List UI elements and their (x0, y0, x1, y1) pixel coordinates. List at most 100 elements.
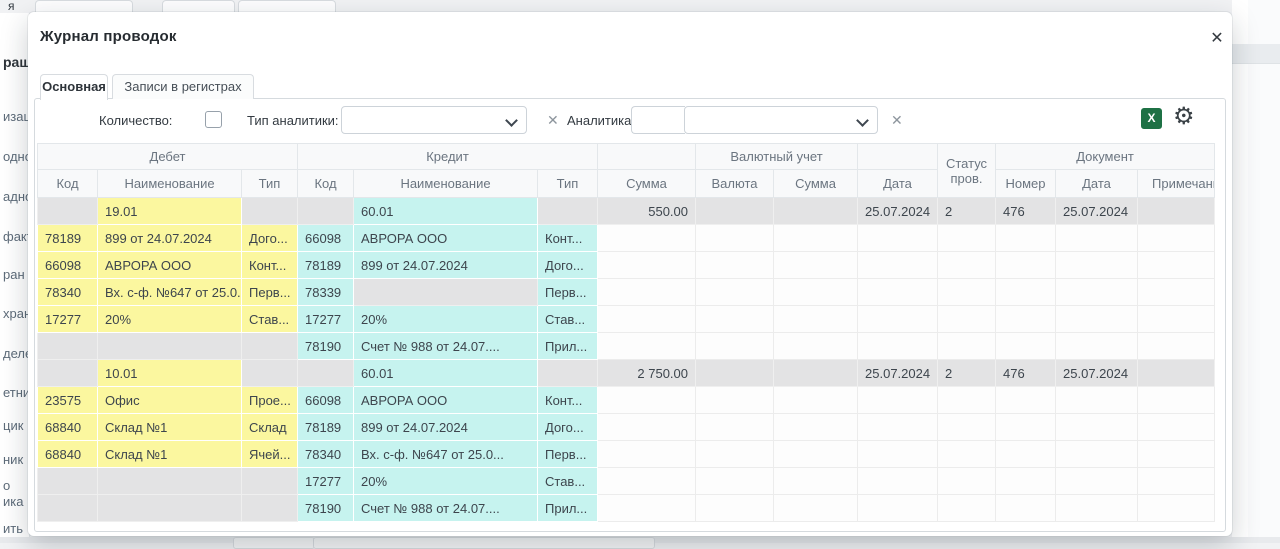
analytics-code-input[interactable] (631, 106, 685, 134)
table-cell[interactable]: 899 от 24.07.2024 (98, 225, 242, 252)
table-cell[interactable] (1056, 279, 1138, 306)
table-cell[interactable] (858, 306, 938, 333)
table-cell[interactable]: 78339 (298, 279, 354, 306)
table-cell[interactable] (938, 279, 996, 306)
table-cell[interactable] (696, 225, 774, 252)
table-cell[interactable] (1056, 495, 1138, 522)
table-cell[interactable] (774, 225, 858, 252)
table-cell[interactable] (598, 306, 696, 333)
table-cell[interactable] (774, 198, 858, 225)
table-cell[interactable] (598, 441, 696, 468)
table-cell[interactable] (1056, 414, 1138, 441)
table-cell[interactable] (242, 468, 298, 495)
table-cell[interactable]: Склад (242, 414, 298, 441)
table-cell[interactable] (996, 279, 1056, 306)
table-cell[interactable] (598, 252, 696, 279)
table-cell[interactable]: Вх. с-ф. №647 от 25.0... (98, 279, 242, 306)
table-cell[interactable] (996, 414, 1056, 441)
table-cell[interactable]: 66098 (298, 387, 354, 414)
table-cell[interactable] (938, 306, 996, 333)
table-cell[interactable] (938, 414, 996, 441)
table-cell[interactable]: 78340 (38, 279, 98, 306)
table-cell[interactable] (598, 225, 696, 252)
table-cell[interactable] (242, 495, 298, 522)
analytics-type-select[interactable] (341, 106, 527, 134)
table-cell[interactable] (774, 414, 858, 441)
table-cell[interactable]: 25.07.2024 (1056, 198, 1138, 225)
table-cell[interactable]: 476 (996, 360, 1056, 387)
table-cell[interactable]: Став... (538, 306, 598, 333)
clear-analytics-type-icon[interactable]: ✕ (547, 112, 559, 128)
table-cell[interactable]: 78190 (298, 495, 354, 522)
table-cell[interactable]: 20% (354, 306, 538, 333)
table-cell[interactable]: АВРОРА ООО (354, 225, 538, 252)
table-cell[interactable] (858, 225, 938, 252)
table-cell[interactable] (938, 441, 996, 468)
table-cell[interactable]: Счет № 988 от 24.07.... (354, 495, 538, 522)
table-cell[interactable] (98, 468, 242, 495)
table-cell[interactable] (1056, 387, 1138, 414)
table-cell[interactable]: 550.00 (598, 198, 696, 225)
table-cell[interactable] (1138, 468, 1215, 495)
table-cell[interactable]: 68840 (38, 414, 98, 441)
table-cell[interactable] (858, 333, 938, 360)
table-cell[interactable] (858, 414, 938, 441)
table-cell[interactable]: Прил... (538, 333, 598, 360)
table-cell[interactable] (1056, 441, 1138, 468)
table-cell[interactable] (98, 495, 242, 522)
table-cell[interactable] (598, 414, 696, 441)
table-cell[interactable]: 899 от 24.07.2024 (354, 414, 538, 441)
table-cell[interactable] (938, 333, 996, 360)
table-cell[interactable] (598, 333, 696, 360)
table-cell[interactable] (996, 333, 1056, 360)
table-cell[interactable] (1056, 225, 1138, 252)
table-cell[interactable] (696, 306, 774, 333)
table-cell[interactable]: 10.01 (98, 360, 242, 387)
table-cell[interactable] (38, 198, 98, 225)
gear-icon[interactable]: ⚙ (1173, 105, 1195, 129)
table-cell[interactable] (696, 468, 774, 495)
table-cell[interactable] (38, 495, 98, 522)
table-cell[interactable]: Перв... (538, 279, 598, 306)
table-cell[interactable] (996, 387, 1056, 414)
table-cell[interactable]: 2 (938, 198, 996, 225)
table-cell[interactable] (38, 333, 98, 360)
table-cell[interactable]: Прое... (242, 387, 298, 414)
table-cell[interactable] (1056, 252, 1138, 279)
table-cell[interactable]: Дого... (538, 252, 598, 279)
table-cell[interactable] (38, 468, 98, 495)
table-cell[interactable] (538, 360, 598, 387)
table-cell[interactable]: 17277 (298, 306, 354, 333)
table-cell[interactable] (774, 441, 858, 468)
table-cell[interactable] (858, 387, 938, 414)
table-cell[interactable]: 78189 (298, 414, 354, 441)
table-cell[interactable] (1138, 225, 1215, 252)
table-cell[interactable] (1138, 252, 1215, 279)
table-cell[interactable] (996, 306, 1056, 333)
table-cell[interactable] (696, 414, 774, 441)
table-cell[interactable] (858, 441, 938, 468)
table-cell[interactable]: Конт... (538, 387, 598, 414)
table-cell[interactable]: 78189 (298, 252, 354, 279)
table-cell[interactable] (858, 279, 938, 306)
table-cell[interactable]: Вх. с-ф. №647 от 25.0... (354, 441, 538, 468)
table-cell[interactable]: 25.07.2024 (858, 360, 938, 387)
table-cell[interactable]: Офис (98, 387, 242, 414)
export-excel-button[interactable]: X (1141, 108, 1162, 129)
table-cell[interactable]: 19.01 (98, 198, 242, 225)
table-cell[interactable]: 68840 (38, 441, 98, 468)
table-cell[interactable] (774, 306, 858, 333)
table-cell[interactable]: Став... (538, 468, 598, 495)
close-icon[interactable]: ✕ (1206, 28, 1228, 50)
table-cell[interactable]: 17277 (298, 468, 354, 495)
table-cell[interactable]: Дого... (242, 225, 298, 252)
table-cell[interactable] (1056, 333, 1138, 360)
table-cell[interactable]: 66098 (38, 252, 98, 279)
table-cell[interactable] (938, 387, 996, 414)
table-cell[interactable] (774, 360, 858, 387)
table-cell[interactable] (242, 360, 298, 387)
table-cell[interactable] (858, 252, 938, 279)
table-cell[interactable] (242, 198, 298, 225)
quantity-checkbox[interactable] (205, 111, 222, 128)
table-cell[interactable] (1138, 306, 1215, 333)
